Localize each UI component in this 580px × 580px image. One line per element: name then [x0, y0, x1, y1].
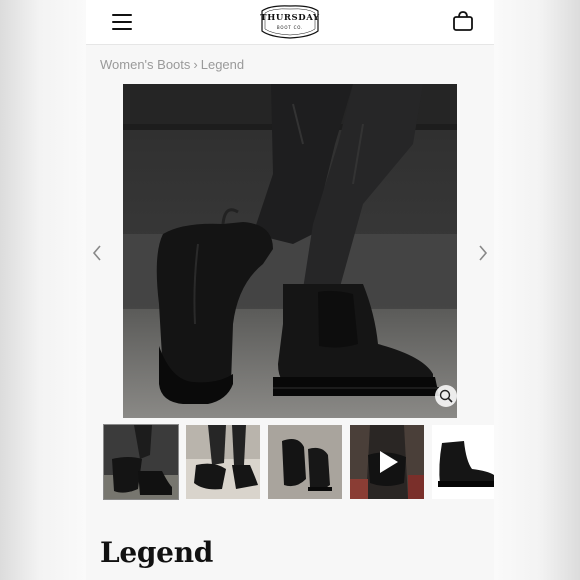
- previous-image-arrow-icon[interactable]: [90, 243, 104, 263]
- shopping-bag-icon[interactable]: [452, 10, 474, 32]
- breadcrumb: Women's Boots › Legend: [100, 57, 244, 72]
- logo-text: THURSDAY: [260, 13, 320, 23]
- thumbnail-1[interactable]: [103, 424, 179, 500]
- logo-subtext: BOOT CO.: [276, 25, 304, 30]
- site-header: THURSDAY BOOT CO.: [86, 0, 494, 45]
- next-image-arrow-icon[interactable]: [476, 243, 490, 263]
- hamburger-menu-icon[interactable]: [110, 11, 134, 33]
- thumbnail-4-video[interactable]: [350, 425, 424, 499]
- product-title: Legend: [100, 536, 214, 569]
- brand-logo[interactable]: THURSDAY BOOT CO.: [258, 3, 322, 41]
- breadcrumb-parent-link[interactable]: Women's Boots: [100, 57, 190, 72]
- product-page: THURSDAY BOOT CO. Women's Boots›Legend: [86, 0, 494, 580]
- zoom-icon[interactable]: [435, 385, 457, 407]
- thumbnail-3[interactable]: [268, 425, 342, 499]
- main-product-image[interactable]: [123, 84, 457, 418]
- breadcrumb-separator: ›: [193, 57, 198, 72]
- thumbnail-strip: [103, 424, 494, 500]
- thumbnail-2[interactable]: [186, 425, 260, 499]
- thumbnail-5[interactable]: [432, 425, 494, 499]
- breadcrumb-current[interactable]: Legend: [201, 57, 244, 72]
